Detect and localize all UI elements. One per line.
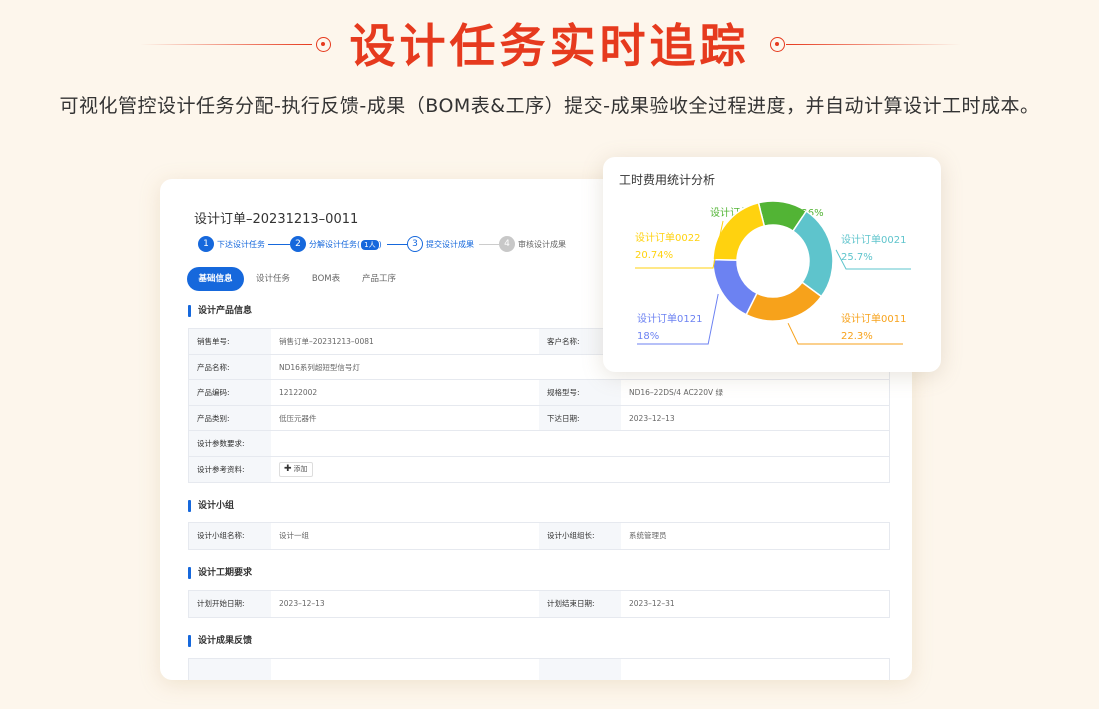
field-label: 下达日期:	[539, 405, 621, 430]
feedback-label-cell	[539, 659, 621, 680]
step-connector-2	[387, 244, 407, 245]
tab-design-tasks[interactable]: 设计任务	[253, 267, 293, 291]
field-label: 销售单号:	[189, 329, 271, 354]
page-title: 设计任务实时追踪	[349, 19, 750, 73]
table-row: 设计参考资料: ✚ 添加	[189, 456, 891, 483]
team-info-table: 设计小组名称: 设计一组 设计小组组长: 系统管理员	[188, 522, 890, 550]
sales-order-value: 销售订单–20231213–0081	[279, 337, 374, 346]
field-label: 产品编码:	[189, 380, 271, 405]
step-3-label: 提交设计成果	[426, 239, 474, 249]
feedback-table	[188, 658, 890, 680]
tab-process[interactable]: 产品工序	[357, 267, 401, 291]
plan-end-value: 2023–12–31	[629, 599, 675, 608]
table-row: 计划开始日期: 2023–12–13 计划结束日期: 2023–12–31	[189, 591, 889, 617]
work-hour-cost-card: 工时费用统计分析 设计订单0011：13.26% 设计订单0021 25.7% 设计订…	[603, 157, 941, 372]
step-4-label: 审核设计成果	[518, 239, 566, 249]
chart-category-label: 设计订单0021	[841, 233, 906, 246]
field-label: 设计参考资料:	[189, 456, 271, 482]
table-row: 设计参数要求:	[189, 431, 889, 457]
step-4[interactable]: 4 审核设计成果	[499, 234, 566, 254]
add-reference-button[interactable]: ✚ 添加	[279, 462, 313, 477]
section-title-product: 设计产品信息	[188, 305, 252, 317]
product-category-value: 低压元器件	[279, 413, 317, 423]
table-row: 设计小组名称: 设计一组 设计小组组长: 系统管理员	[189, 523, 889, 549]
field-label: 计划开始日期:	[189, 591, 271, 617]
field-label: 计划结束日期:	[539, 591, 621, 617]
field-label: 设计小组组长:	[539, 523, 621, 549]
field-label: 规格型号:	[539, 380, 621, 405]
schedule-table: 计划开始日期: 2023–12–13 计划结束日期: 2023–12–31	[188, 590, 890, 618]
team-leader-value: 系统管理员	[629, 531, 667, 540]
step-connector-3	[479, 244, 499, 245]
table-row: 产品编码: 12122002 规格型号: ND16–22DS/4 AC220V …	[189, 380, 889, 406]
step-3-number: 3	[407, 236, 423, 252]
tab-bom[interactable]: BOM表	[307, 267, 345, 291]
chart-data-label: 22.3%	[841, 331, 873, 342]
product-code-value: 12122002	[279, 388, 318, 397]
step-1[interactable]: 1 下达设计任务	[198, 234, 265, 254]
field-label: 设计小组名称:	[189, 523, 271, 549]
step-1-label: 下达设计任务	[217, 239, 265, 249]
donut-chart: 设计订单0011：13.26%设计订单002125.7%设计订单001122.3…	[635, 200, 911, 345]
step-2-label: 分解设计任务	[309, 239, 357, 249]
chart-data-label: 18%	[637, 331, 659, 342]
donut-slice[interactable]	[712, 258, 758, 316]
title-decoration-line-right	[786, 44, 961, 45]
chart-category-label: 设计订单0022	[635, 231, 700, 244]
chart-category-label: 设计订单0011	[841, 312, 906, 325]
step-3[interactable]: 3 提交设计成果	[407, 234, 474, 254]
chart-category-label: 设计订单0121	[637, 312, 702, 325]
title-decoration-dot-right	[770, 37, 785, 52]
field-label: 产品名称:	[189, 354, 271, 379]
feedback-label-cell	[189, 659, 271, 680]
tab-basic-info[interactable]: 基础信息	[187, 267, 244, 291]
add-reference-label: 添加	[293, 465, 308, 473]
page-subtitle: 可视化管控设计任务分配-执行反馈-成果（BOM表&工序）提交-成果验收全过程进度…	[59, 95, 1040, 117]
field-label: 设计参数要求:	[189, 431, 271, 456]
section-title-team-text: 设计小组	[198, 501, 235, 511]
donut-slice[interactable]	[745, 281, 823, 322]
plan-start-value: 2023–12–13	[279, 599, 325, 608]
step-2[interactable]: 2 分解设计任务(1人)	[290, 234, 382, 254]
team-name-value: 设计一组	[279, 531, 309, 540]
table-row: 产品类别: 低压元器件 下达日期: 2023–12–13	[189, 405, 889, 431]
step-1-number: 1	[198, 236, 214, 252]
spec-model-value: ND16–22DS/4 AC220V 绿	[629, 388, 724, 397]
order-title: 设计订单–20231213–0011	[194, 212, 359, 227]
reference-files-cell: ✚ 添加	[271, 457, 891, 483]
section-title-schedule-text: 设计工期要求	[198, 568, 253, 578]
field-label: 产品类别:	[189, 405, 271, 430]
step-2-label-wrap: 分解设计任务(1人)	[309, 239, 382, 250]
design-params-value	[271, 431, 891, 456]
section-title-product-text: 设计产品信息	[198, 306, 253, 316]
section-title-team: 设计小组	[188, 500, 234, 512]
issue-date-value: 2023–12–13	[629, 413, 675, 423]
step-2-number: 2	[290, 236, 306, 252]
section-title-feedback-text: 设计成果反馈	[198, 636, 253, 646]
section-title-feedback: 设计成果反馈	[188, 635, 252, 647]
step-connector-1	[268, 244, 290, 245]
assignee-count-badge: 1人	[361, 239, 379, 250]
plus-icon: ✚	[284, 464, 292, 474]
donut-slice[interactable]	[791, 210, 834, 298]
chart-data-label: 25.7%	[841, 252, 873, 263]
chart-data-label: 20.74%	[635, 250, 673, 261]
step-4-number: 4	[499, 236, 515, 252]
section-title-schedule: 设计工期要求	[188, 567, 252, 579]
